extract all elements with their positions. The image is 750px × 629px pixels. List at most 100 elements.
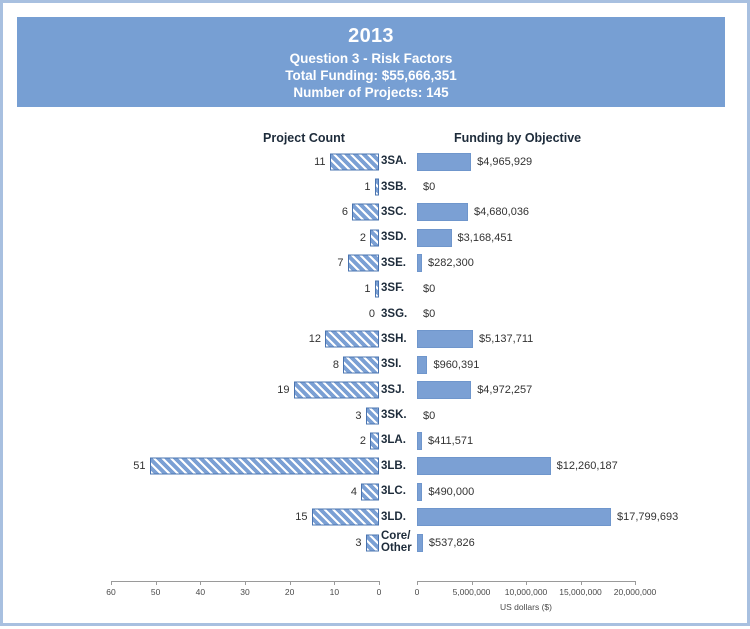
funding-bar: [417, 228, 452, 247]
project-count-bar: [365, 407, 379, 425]
axis-tick-label: 15,000,000: [559, 587, 602, 597]
project-count-label: 51: [133, 460, 146, 473]
project-count-label: 12: [308, 333, 321, 346]
funding-bar: [417, 152, 472, 171]
project-count-bar: [343, 356, 379, 374]
project-count-bar: [329, 153, 379, 171]
chart-header: 2013 Question 3 - Risk Factors Total Fun…: [17, 17, 725, 107]
project-count-label: 1: [364, 181, 371, 194]
axis-tick-label: 10: [329, 587, 340, 597]
axis-tick-label: 20: [284, 587, 295, 597]
category-label: 3SC.: [381, 205, 407, 218]
axis-tick-label: 40: [195, 587, 206, 597]
category-label: 3SE.: [381, 256, 406, 269]
chart-row: 12 3SH. $5,137,711: [7, 327, 749, 352]
project-count-label: 1: [364, 282, 371, 295]
project-count-bar: [311, 508, 379, 526]
funding-bar: [417, 431, 422, 450]
header-number-of-projects: Number of Projects: 145: [293, 84, 449, 100]
chart-row: 2 3LA. $411,571: [7, 428, 749, 453]
funding-value-label: $490,000: [428, 485, 475, 498]
chart-axis: 60 50 40 30 20 10 0 0 5,000,000 10,000,000 15,000,…: [7, 581, 749, 629]
axis-title: US dollars ($): [500, 602, 552, 612]
axis-tick-label: 30: [240, 587, 250, 597]
category-label: 3LA.: [381, 434, 406, 447]
chart-row: 11 3SA. $4,965,929: [7, 149, 749, 174]
axis-tick-label: 0: [414, 587, 420, 597]
axis-tick: [379, 581, 380, 585]
project-count-bar: [370, 229, 379, 247]
column-header-funding-by-objective: Funding by Objective: [454, 131, 582, 145]
chart-row: 8 3SI. $960,391: [7, 352, 749, 377]
project-count-bar: [361, 483, 379, 501]
funding-value-label: $0: [423, 181, 436, 194]
chart-row: 2 3SD. $3,168,451: [7, 225, 749, 250]
category-label: 3SG.: [381, 307, 408, 320]
funding-bar: [417, 330, 473, 349]
header-total-funding: Total Funding: $55,666,351: [285, 67, 457, 83]
category-label: 3SH.: [381, 332, 407, 345]
axis-tick: [155, 581, 157, 585]
funding-value-label: $4,972,257: [477, 384, 533, 397]
chart-row: 1 3SF. $0: [7, 276, 749, 301]
category-label: Core/ Other: [381, 530, 412, 554]
project-count-bar: [325, 330, 379, 348]
category-label: 3LD.: [381, 510, 406, 523]
header-year: 2013: [348, 24, 394, 47]
axis-tick: [245, 581, 246, 585]
project-count-label: 8: [332, 358, 339, 371]
project-count-bar: [365, 534, 379, 552]
category-label: 3SI.: [381, 358, 402, 371]
chart-row: 6 3SC. $4,680,036: [7, 200, 749, 225]
chart-row: 1 3SB. $0: [7, 174, 749, 199]
funding-value-label: $0: [423, 282, 436, 295]
project-count-label: 4: [350, 485, 357, 498]
funding-bar: [417, 381, 472, 400]
project-count-label: 2: [359, 231, 366, 244]
funding-value-label: $17,799,693: [617, 511, 679, 524]
funding-value-label: $3,168,451: [457, 231, 513, 244]
axis-tick-label: 0: [376, 587, 382, 597]
column-header-project-count: Project Count: [263, 131, 345, 145]
category-label: 3SJ.: [381, 383, 405, 396]
chart-row: 0 3SG. $0: [7, 301, 749, 326]
axis-tick-label: 20,000,000: [613, 587, 657, 597]
project-count-label: 6: [341, 206, 348, 219]
project-count-bar: [293, 381, 379, 399]
axis-tick: [635, 581, 636, 585]
axis-tick: [526, 581, 527, 585]
category-label: 3SA.: [381, 155, 407, 168]
axis-tick: [111, 581, 112, 585]
axis-tick-label: 5,000,000: [452, 587, 491, 597]
funding-value-label: $537,826: [428, 536, 475, 549]
funding-value-label: $12,260,187: [556, 460, 618, 473]
axis-tick-label: 60: [106, 587, 116, 597]
project-count-bar: [352, 203, 379, 221]
axis-tick: [580, 581, 582, 585]
axis-tick: [289, 581, 291, 585]
category-label: 3LC.: [381, 485, 406, 498]
funding-value-label: $282,300: [428, 257, 474, 270]
funding-bar: [417, 508, 612, 527]
project-count-bar: [149, 457, 379, 475]
project-count-label: 7: [337, 257, 344, 270]
chart-row: 19 3SJ. $4,972,257: [7, 378, 749, 403]
project-count-bar: [347, 254, 379, 272]
category-label: 3SK.: [381, 409, 407, 422]
chart-row: 3 3SK. $0: [7, 403, 749, 428]
funding-value-label: $5,137,711: [479, 333, 534, 346]
project-count-label: 2: [359, 434, 366, 447]
funding-bar: [417, 203, 468, 222]
axis-tick: [417, 581, 418, 585]
chart-row: 3 Core/ Other $537,826: [7, 530, 749, 555]
category-label: 3LB.: [381, 459, 406, 472]
chart-row: 4 3LC. $490,000: [7, 479, 749, 504]
funding-bar: [417, 457, 551, 476]
funding-bar: [417, 254, 422, 273]
axis-tick: [200, 581, 202, 585]
funding-value-label: $411,571: [428, 434, 474, 447]
category-label: 3SF.: [381, 282, 405, 295]
funding-value-label: $0: [423, 308, 436, 321]
chart-rows: 11 3SA. $4,965,929 1 3SB. $0 6 3SC. $4,680,036 2 3…: [7, 149, 749, 555]
category-label: 3SB.: [381, 180, 407, 193]
